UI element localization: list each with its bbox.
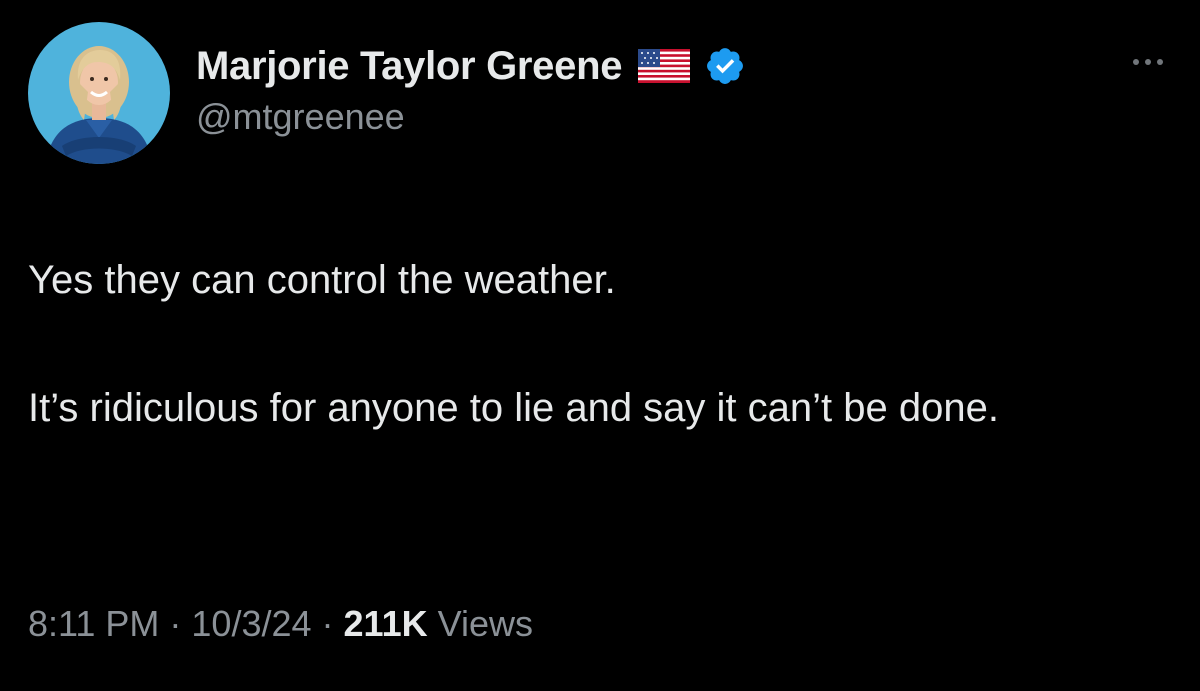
author-avatar[interactable] — [28, 22, 170, 164]
author-info: Marjorie Taylor Greene @mtgreenee — [196, 40, 746, 138]
avatar-image — [28, 22, 170, 164]
tweet-card: Marjorie Taylor Greene @mtgreenee Yes th… — [0, 0, 1200, 691]
us-flag-icon — [638, 49, 691, 83]
tweet-paragraph: Yes they can control the weather. — [28, 258, 616, 302]
tweet-paragraph: It’s ridiculous for anyone to lie and sa… — [28, 386, 999, 430]
tweet-time[interactable]: 8:11 PM — [28, 603, 159, 644]
more-dots-icon[interactable] — [1122, 50, 1174, 74]
views-label: Views — [437, 603, 534, 644]
meta-separator: · — [321, 603, 334, 644]
author-handle[interactable]: @mtgreenee — [196, 96, 746, 138]
views-count: 211K — [343, 603, 428, 644]
author-name-row: Marjorie Taylor Greene — [196, 40, 746, 92]
tweet-meta: 8:11 PM · 10/3/24 · 211K Views — [28, 603, 533, 645]
meta-separator: · — [169, 603, 182, 644]
tweet-date[interactable]: 10/3/24 — [191, 603, 311, 644]
verified-icon[interactable] — [704, 45, 746, 87]
tweet-text: Yes they can control the weather. It’s r… — [28, 248, 1168, 440]
author-display-name[interactable]: Marjorie Taylor Greene — [196, 44, 622, 89]
